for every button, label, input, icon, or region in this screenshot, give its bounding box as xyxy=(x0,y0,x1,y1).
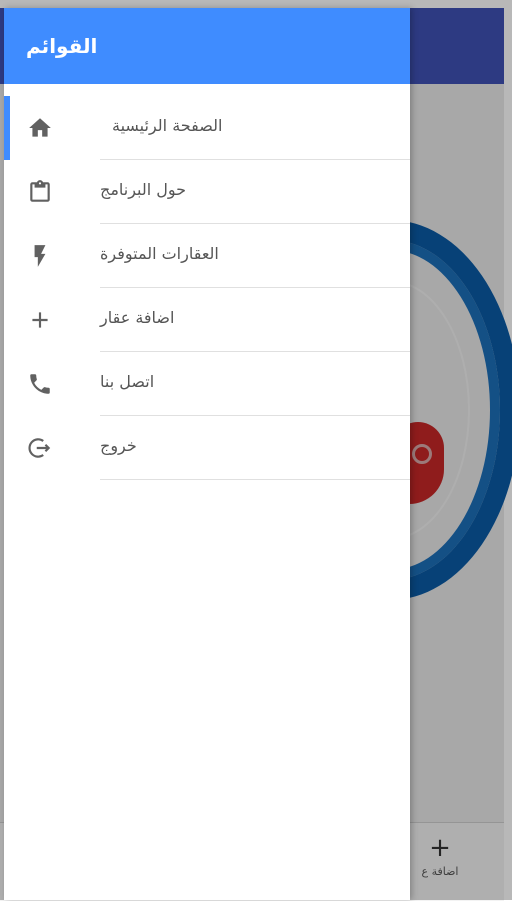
plus-icon xyxy=(26,306,54,334)
menu-item-label: الصفحة الرئيسية xyxy=(112,116,223,135)
menu-item-label: اتصل بنا xyxy=(100,372,155,391)
menu-item-label: حول البرنامج xyxy=(100,180,187,199)
clipboard-icon xyxy=(26,178,54,206)
menu-item-label: اضافة عقار xyxy=(100,308,175,327)
menu-item-available-properties[interactable]: العقارات المتوفرة xyxy=(4,224,410,288)
menu-item-label: العقارات المتوفرة xyxy=(100,244,219,263)
menu-item-exit[interactable]: خروج xyxy=(4,416,410,480)
drawer-menu: الصفحة الرئيسية حول البرنامج العقارات ال… xyxy=(4,96,410,480)
phone-icon xyxy=(26,370,54,398)
flash-icon xyxy=(26,242,54,270)
menu-item-home[interactable]: الصفحة الرئيسية xyxy=(4,96,410,160)
drawer-title: القوائم xyxy=(26,34,98,58)
menu-item-about[interactable]: حول البرنامج xyxy=(4,160,410,224)
divider xyxy=(100,479,410,480)
menu-item-add-property[interactable]: اضافة عقار xyxy=(4,288,410,352)
home-icon xyxy=(26,114,54,142)
menu-item-contact-us[interactable]: اتصل بنا xyxy=(4,352,410,416)
navigation-drawer: القوائم الصفحة الرئيسية حول البرنامج الع… xyxy=(4,8,410,900)
exit-icon xyxy=(26,434,54,462)
active-indicator xyxy=(4,96,10,160)
drawer-header: القوائم xyxy=(4,8,410,84)
menu-item-label: خروج xyxy=(100,436,137,455)
